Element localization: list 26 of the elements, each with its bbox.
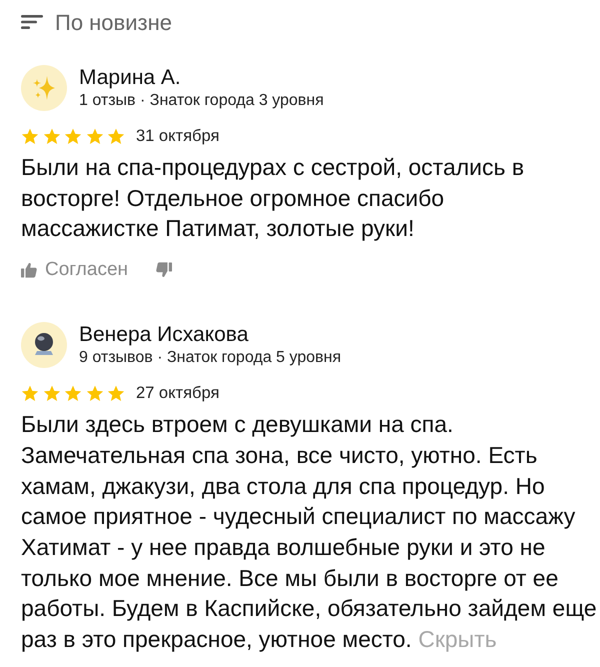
agree-button[interactable]: Согласен bbox=[21, 256, 128, 284]
sparkles-avatar-icon bbox=[21, 65, 67, 111]
review-text: Были здесь втроем с девушками на спа. Замечательная спа зона, все чисто, уютно. Есть хамам, джакузи, два стола для спа процедур. Но самое приятное - чудесный специалист по массажу Хатимат - у нее правда волшебные руки и это не только мое мнение. Все мы были в восторге от ее работы. Будем в Каспийске, обязательно зайдем еще раз в это прекрасное, уютное место. Скрыть bbox=[21, 410, 597, 654]
thumbs-down-icon bbox=[156, 262, 172, 278]
author-name[interactable]: Марина А. bbox=[79, 65, 324, 91]
star-icon bbox=[21, 384, 39, 402]
star-icon bbox=[42, 384, 60, 402]
review-date: 27 октября bbox=[136, 382, 220, 404]
review-text: Были на спа-процедурах с сестрой, остались в восторге! Отдельное огромное спасибо массажистке Патимат, золотые руки! bbox=[21, 153, 526, 244]
disagree-button[interactable] bbox=[156, 262, 172, 278]
star-icon bbox=[64, 128, 82, 144]
sort-icon bbox=[21, 15, 43, 29]
review-date: 31 октября bbox=[136, 126, 220, 147]
star-icon bbox=[86, 384, 104, 402]
star-icon bbox=[86, 128, 104, 144]
star-icon bbox=[107, 384, 125, 402]
author-meta: 1 отзыв · Знаток города 3 уровня bbox=[79, 91, 324, 111]
sort-button[interactable]: По новизне bbox=[21, 10, 172, 34]
crystal-ball-avatar-icon bbox=[21, 322, 67, 368]
thumbs-up-icon bbox=[21, 262, 37, 278]
star-icon bbox=[21, 128, 39, 144]
star-icon bbox=[107, 128, 125, 144]
star-icon bbox=[64, 384, 82, 402]
author-name[interactable]: Венера Исхакова bbox=[79, 322, 341, 348]
author-meta: 9 отзывов · Знаток города 5 уровня bbox=[79, 348, 341, 368]
star-icon bbox=[42, 128, 60, 144]
